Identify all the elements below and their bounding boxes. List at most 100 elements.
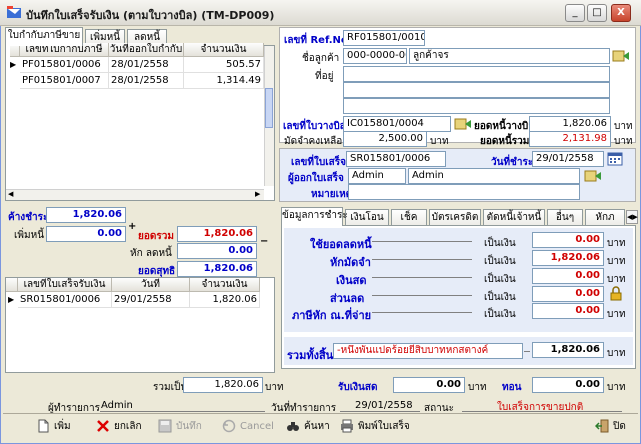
customer-name-field[interactable]: ลูกค้าจร <box>409 48 610 64</box>
search-button[interactable]: ค้นหา <box>286 416 330 438</box>
invoice-grid-header-date: วันที่ออกใบกำกับ <box>109 43 184 57</box>
app-logo-icon <box>6 5 22 20</box>
tab-scroll-icon[interactable]: ◀▶ <box>626 210 638 224</box>
net-value: 1,820.06 <box>177 261 257 277</box>
remain-label: ยอดหนี้รวม <box>480 136 530 147</box>
tab-sales-tax-invoice[interactable]: ใบกำกับภาษีขาย <box>5 27 83 46</box>
due-label: ค้างชำระ <box>8 212 49 223</box>
issuer-code-field[interactable]: Admin <box>348 168 406 184</box>
scroll-right-icon[interactable]: ▶ <box>255 190 260 198</box>
issuer-lookup-icon[interactable] <box>584 168 602 184</box>
table-cell-date[interactable]: 29/01/2558 <box>112 292 190 308</box>
print-receipt-button[interactable]: พิมพ์ใบเสร็จ <box>340 416 410 438</box>
baht-unit: บาท <box>607 238 626 249</box>
issuer-label: ผู้ออกใบเสร็จ <box>288 173 344 184</box>
pay-date-field[interactable]: 29/01/2558 <box>532 151 604 167</box>
close-window-button[interactable]: X <box>611 4 631 22</box>
note-label: หมายเหตุ <box>311 189 353 200</box>
tab-creditor-offset[interactable]: ตัดหนี้เจ้าหนี้ <box>483 209 545 226</box>
due-value: 1,820.06 <box>46 207 126 223</box>
address-line-3[interactable] <box>343 98 610 114</box>
tab-credit-card[interactable]: บัตรเครดิต <box>429 209 481 226</box>
tab-other[interactable]: อื่นๆ <box>547 209 583 226</box>
exit-icon <box>594 419 609 433</box>
withholding-tax-field[interactable]: 0.00 <box>532 303 604 319</box>
grand-total-words: -หนึ่งพันแปดร้อยยี่สิบบาทหกสตางค์ <box>333 343 523 359</box>
ref-no-field[interactable]: RF015801/0010 <box>343 30 425 46</box>
add-button[interactable]: เพิ่ม <box>36 416 71 438</box>
save-button-label: บันทึก <box>176 421 202 432</box>
table-row[interactable]: SR015801/0006 <box>18 292 112 308</box>
payment-row-unit: เป็นเงิน <box>484 274 516 285</box>
customer-lookup-icon[interactable] <box>612 48 630 64</box>
minimize-button[interactable]: _ <box>565 4 585 22</box>
table-cell-amount[interactable]: 1,820.06 <box>190 292 260 308</box>
divider <box>340 411 420 412</box>
horizontal-scrollbar[interactable] <box>6 189 264 200</box>
save-disk-icon <box>158 419 172 433</box>
printer-icon <box>340 419 354 433</box>
close-button-label: ปิด <box>613 421 626 432</box>
cancel-document-label: ยกเลิก <box>114 421 142 432</box>
save-button[interactable]: บันทึก <box>158 416 202 438</box>
cash-received-field[interactable]: 0.00 <box>393 377 465 393</box>
calendar-icon[interactable] <box>607 151 623 166</box>
deposit-label: มัดจำคงเหลือ <box>284 136 343 147</box>
tab-transfer[interactable]: เงินโอน <box>345 209 389 226</box>
table-cell-date[interactable]: 28/01/2558 <box>109 57 184 73</box>
note-field[interactable] <box>348 184 580 200</box>
address-line-2[interactable] <box>343 82 610 98</box>
total-value: 1,820.06 <box>177 226 257 242</box>
receipt-grid-header-no: เลขที่ใบเสร็จรับเงิน <box>18 278 112 292</box>
address-label: ที่อยู่ <box>315 71 334 82</box>
new-document-icon <box>36 419 50 433</box>
payment-row-label: เงินสด <box>336 274 367 287</box>
lock-icon[interactable] <box>609 286 623 301</box>
bill-lookup-icon[interactable] <box>454 116 472 132</box>
payment-row-unit: เป็นเงิน <box>484 256 516 267</box>
payment-row-unit: เป็นเงิน <box>484 309 516 320</box>
baht-unit: บาท <box>607 348 626 359</box>
grand-total-value: 1,820.06 <box>532 342 604 358</box>
deposit-deduct-field[interactable]: 1,820.06 <box>532 250 604 266</box>
tab-withholding[interactable]: หักภ <box>585 209 625 226</box>
maximize-button[interactable]: □ <box>587 4 607 22</box>
baht-unit: บาท <box>614 136 633 147</box>
table-row[interactable]: PF015801/0006 <box>20 57 109 73</box>
table-cell-amount[interactable]: 505.57 <box>184 57 264 73</box>
credit-note-amount-field[interactable]: 0.00 <box>532 232 604 248</box>
payment-row-unit: เป็นเงิน <box>484 292 516 303</box>
add-button-label: เพิ่ม <box>54 421 71 432</box>
baht-unit: บาท <box>607 382 626 393</box>
cash-amount-field[interactable]: 0.00 <box>532 268 604 284</box>
payment-row-label: ส่วนลด <box>330 292 365 305</box>
tab-payment-info[interactable]: ข้อมูลการชำระ <box>281 207 348 226</box>
bill-no-field[interactable]: IC015801/0004 <box>343 116 451 132</box>
baht-unit: บาท <box>607 309 626 320</box>
txn-date-value: 29/01/2558 <box>355 400 413 411</box>
remain-value: 2,131.98 <box>529 131 611 147</box>
bill-amount-value: 1,820.06 <box>529 116 611 132</box>
receipt-no-field[interactable]: SR015801/0006 <box>346 151 446 167</box>
customer-code-field[interactable]: 000-0000-00000 <box>343 48 407 64</box>
issuer-name-field[interactable]: Admin <box>408 168 580 184</box>
baht-unit: บาท <box>607 256 626 267</box>
scrollbar-thumb[interactable] <box>265 88 273 128</box>
table-cell-date[interactable]: 28/01/2558 <box>109 73 184 89</box>
cancel-button[interactable]: Cancel <box>222 416 274 438</box>
cancel-document-button[interactable]: ยกเลิก <box>96 416 142 438</box>
table-cell-amount[interactable]: 1,314.49 <box>184 73 264 89</box>
divider <box>372 277 472 278</box>
close-button[interactable]: ปิด <box>594 416 626 438</box>
change-value: 0.00 <box>532 377 604 393</box>
tab-cheque[interactable]: เช็ค <box>391 209 427 226</box>
discount-field[interactable]: 0.00 <box>532 286 604 302</box>
scroll-left-icon[interactable]: ◀ <box>8 190 13 198</box>
divider <box>372 259 472 260</box>
red-x-icon <box>96 419 110 433</box>
reduce-debt-value: 0.00 <box>177 243 257 259</box>
address-line-1[interactable] <box>343 66 610 82</box>
table-row[interactable]: PF015801/0007 <box>20 73 109 89</box>
bill-no-label: เลขที่ใบวางบิล <box>283 121 346 132</box>
row-pointer-icon: ▶ <box>8 295 15 304</box>
